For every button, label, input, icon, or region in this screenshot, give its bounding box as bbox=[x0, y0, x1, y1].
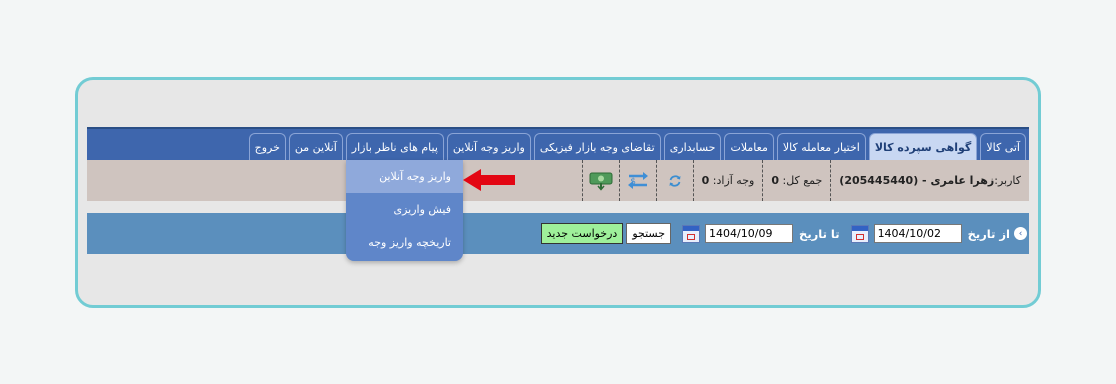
app-container: آتی کالا گواهی سپرده کالا اختیار معامله … bbox=[87, 127, 1029, 256]
tab-label: تقاضای وجه بازار فیزیکی bbox=[539, 140, 655, 154]
menu-item-deposit-history[interactable]: تاریخچه واریز وجه bbox=[346, 226, 463, 259]
free-value: 0 bbox=[701, 174, 710, 187]
tab-commodity-options[interactable]: اختیار معامله کالا bbox=[776, 133, 866, 160]
svg-text:$: $ bbox=[630, 177, 636, 187]
tab-online-deposit[interactable]: واریز وجه آنلاین bbox=[446, 133, 531, 160]
refresh-icon bbox=[669, 174, 681, 187]
search-bar: › از تاریخ تا تاریخ جستجو درخواست جدید bbox=[87, 213, 1029, 254]
tab-label: واریز وجه آنلاین bbox=[452, 140, 525, 154]
transfer-button[interactable]: $ bbox=[618, 160, 656, 201]
account-info-bar: کاربر: زهرا عامری - (205445440) جمع کل: 0… bbox=[87, 160, 1029, 201]
to-date-input[interactable] bbox=[705, 224, 794, 243]
tab-label: خروج bbox=[254, 140, 280, 154]
tab-trades[interactable]: معاملات bbox=[724, 133, 774, 160]
collapse-toggle-icon[interactable]: › bbox=[1014, 227, 1027, 240]
tab-logout[interactable]: خروج bbox=[248, 133, 286, 160]
total-label: جمع کل: bbox=[782, 174, 823, 187]
tab-physical-market-request[interactable]: تقاضای وجه بازار فیزیکی bbox=[533, 133, 661, 160]
tab-my-online[interactable]: آنلاین من bbox=[288, 133, 343, 160]
from-date-label: از تاریخ bbox=[967, 226, 1010, 241]
tab-future-commodity[interactable]: آتی کالا bbox=[980, 133, 1026, 160]
tab-commodity-deposit-certificate[interactable]: گواهی سپرده کالا bbox=[868, 133, 978, 160]
free-balance-info: وجه آزاد: 0 bbox=[692, 160, 763, 201]
total-value: 0 bbox=[771, 174, 779, 187]
to-date-label: تا تاریخ bbox=[799, 226, 840, 241]
search-button[interactable]: جستجو bbox=[626, 223, 672, 244]
free-label: وجه آزاد: bbox=[712, 174, 755, 187]
tab-label: آنلاین من bbox=[294, 140, 337, 154]
total-info: جمع کل: 0 bbox=[762, 160, 830, 201]
from-date-input[interactable] bbox=[873, 224, 962, 243]
deposit-dropdown-menu: واریز وجه آنلاین فیش واریزی تاریخچه واری… bbox=[346, 160, 463, 261]
tab-accounting[interactable]: حسابداری bbox=[663, 133, 722, 160]
refresh-button[interactable] bbox=[655, 160, 693, 201]
calendar-icon[interactable] bbox=[850, 224, 869, 243]
money-button[interactable] bbox=[581, 160, 619, 201]
main-nav: آتی کالا گواهی سپرده کالا اختیار معامله … bbox=[87, 129, 1029, 160]
tab-label: معاملات bbox=[730, 140, 768, 154]
tab-supervisor-messages[interactable]: پیام های ناظر بازار bbox=[345, 133, 444, 160]
calendar-icon[interactable] bbox=[682, 224, 701, 243]
new-request-button[interactable]: درخواست جدید bbox=[540, 223, 624, 244]
tab-label: گواهی سپرده کالا bbox=[874, 140, 972, 154]
user-info: کاربر: زهرا عامری - (205445440) bbox=[830, 160, 1029, 201]
money-icon bbox=[589, 172, 613, 191]
red-arrow-icon bbox=[463, 169, 515, 191]
tab-label: پیام های ناظر بازار bbox=[351, 140, 438, 154]
tab-label: اختیار معامله کالا bbox=[782, 140, 860, 154]
user-prefix: کاربر: bbox=[994, 174, 1021, 187]
menu-item-online-deposit[interactable]: واریز وجه آنلاین bbox=[346, 160, 463, 193]
transfer-icon: $ bbox=[627, 171, 648, 189]
tab-label: آتی کالا bbox=[986, 140, 1020, 154]
menu-item-deposit-slip[interactable]: فیش واریزی bbox=[346, 193, 463, 226]
tab-label: حسابداری bbox=[669, 140, 716, 154]
user-name: زهرا عامری - (205445440) bbox=[839, 174, 995, 187]
